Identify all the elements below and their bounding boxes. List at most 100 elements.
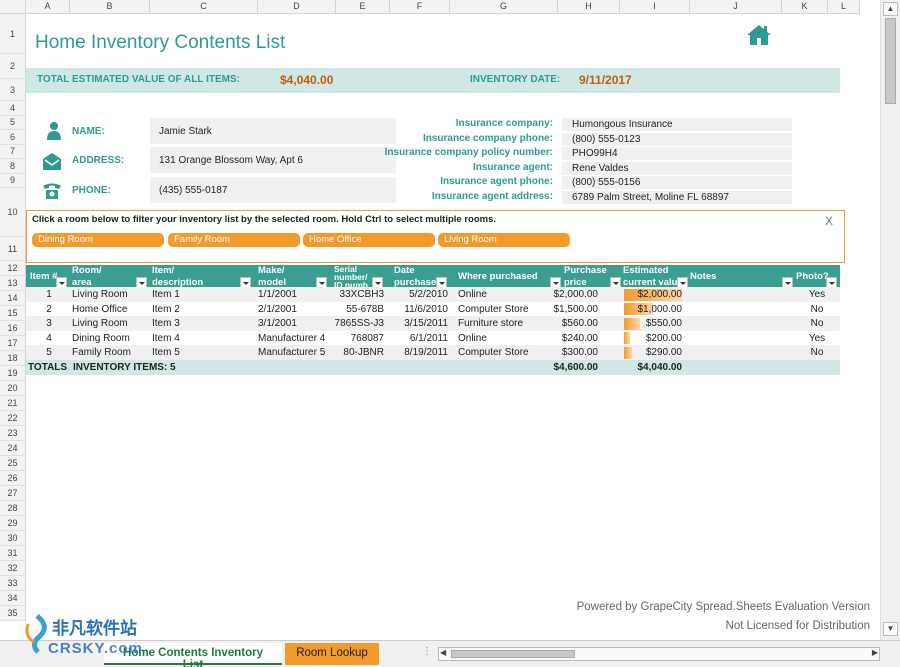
- row-header-31[interactable]: 31: [0, 546, 26, 561]
- scroll-up-icon[interactable]: ▲: [883, 2, 898, 16]
- row-header-34[interactable]: 34: [0, 591, 26, 606]
- row-header-2[interactable]: 2: [0, 54, 26, 79]
- cell-model[interactable]: 1/1/2001: [258, 287, 330, 302]
- column-header-c[interactable]: C: [150, 0, 258, 14]
- room-filter-family-room[interactable]: Family Room: [168, 233, 300, 247]
- row-header-21[interactable]: 21: [0, 396, 26, 411]
- cell-room[interactable]: Home Office: [72, 302, 148, 317]
- column-header-i[interactable]: I: [620, 0, 690, 14]
- column-header-f[interactable]: F: [390, 0, 450, 14]
- column-header-j[interactable]: J: [690, 0, 782, 14]
- cell-item[interactable]: 3: [30, 316, 68, 331]
- cell-value[interactable]: $2,000.00: [606, 287, 683, 302]
- column-header-l[interactable]: L: [828, 0, 860, 14]
- cell-desc[interactable]: Item 1: [152, 287, 252, 302]
- cell-price[interactable]: $2,000.00: [526, 287, 599, 302]
- cell-model[interactable]: 3/1/2001: [258, 316, 330, 331]
- row-header-23[interactable]: 23: [0, 426, 26, 441]
- row-header-3[interactable]: 3: [0, 79, 26, 101]
- cell-item[interactable]: 4: [30, 331, 68, 346]
- room-filter-living-room[interactable]: Living Room: [438, 233, 570, 247]
- cell-room[interactable]: Living Room: [72, 287, 148, 302]
- cell-value[interactable]: $550.00: [606, 316, 682, 331]
- column-header-a[interactable]: A: [26, 0, 70, 14]
- cell-value[interactable]: $290.00: [606, 345, 682, 360]
- row-header-17[interactable]: 17: [0, 336, 26, 351]
- cell-model[interactable]: Manufacturer 5: [258, 345, 330, 360]
- insurance-value[interactable]: 6789 Palm Street, Moline FL 68897: [562, 191, 792, 204]
- room-filter-home-office[interactable]: Home Office: [303, 233, 435, 247]
- cell-date[interactable]: 3/15/2011: [388, 316, 448, 331]
- cell-date[interactable]: 11/6/2010: [388, 302, 448, 317]
- cell-photo[interactable]: No: [796, 302, 838, 317]
- cell-price[interactable]: $300.00: [526, 345, 598, 360]
- row-header-32[interactable]: 32: [0, 561, 26, 576]
- column-header-b[interactable]: B: [70, 0, 150, 14]
- worksheet[interactable]: Home Inventory Contents List TOTAL ESTIM…: [26, 14, 880, 640]
- cell-room[interactable]: Living Room: [72, 316, 148, 331]
- row-header-13[interactable]: 13: [0, 276, 26, 291]
- cell-date[interactable]: 6/1/2011: [388, 331, 448, 346]
- cell-model[interactable]: Manufacturer 4: [258, 331, 330, 346]
- insurance-value[interactable]: (800) 555-0156: [562, 176, 792, 190]
- row-header-28[interactable]: 28: [0, 501, 26, 516]
- cell-room[interactable]: Family Room: [72, 345, 148, 360]
- row-header-15[interactable]: 15: [0, 306, 26, 321]
- row-header-27[interactable]: 27: [0, 486, 26, 501]
- cell-desc[interactable]: Item 3: [152, 316, 252, 331]
- column-header-d[interactable]: D: [258, 0, 336, 14]
- row-header-19[interactable]: 19: [0, 366, 26, 381]
- tab-splitter-icon[interactable]: ⋮: [422, 646, 432, 657]
- select-all-corner[interactable]: [0, 0, 26, 14]
- cell-date[interactable]: 5/2/2010: [388, 287, 448, 302]
- cell-photo[interactable]: No: [796, 316, 838, 331]
- tab-room-lookup[interactable]: Room Lookup: [285, 643, 379, 665]
- row-header-7[interactable]: 7: [0, 144, 26, 159]
- row-header-33[interactable]: 33: [0, 576, 26, 591]
- row-header-11[interactable]: 11: [0, 237, 26, 261]
- row-header-1[interactable]: 1: [0, 14, 26, 54]
- cell-room[interactable]: Dining Room: [72, 331, 148, 346]
- cell-serial[interactable]: 768087: [326, 331, 384, 346]
- cell-photo[interactable]: Yes: [796, 331, 838, 346]
- insurance-value[interactable]: (800) 555-0123: [562, 132, 792, 146]
- row-header-30[interactable]: 30: [0, 531, 26, 546]
- scroll-down-icon[interactable]: ▼: [883, 622, 898, 636]
- cell-serial[interactable]: 33XCBH3: [326, 287, 384, 302]
- row-header-35[interactable]: 35: [0, 606, 26, 621]
- cell-desc[interactable]: Item 2: [152, 302, 252, 317]
- row-header-6[interactable]: 6: [0, 130, 26, 145]
- row-header-16[interactable]: 16: [0, 321, 26, 336]
- scroll-right-icon[interactable]: ▶: [872, 648, 878, 657]
- column-header-g[interactable]: G: [450, 0, 558, 14]
- cell-item[interactable]: 1: [30, 287, 68, 302]
- cell-serial[interactable]: 80-JBNR: [326, 345, 384, 360]
- cell-date[interactable]: 8/19/2011: [388, 345, 448, 360]
- scroll-left-icon[interactable]: ◀: [440, 648, 446, 657]
- column-header-k[interactable]: K: [782, 0, 828, 14]
- row-header-4[interactable]: 4: [0, 101, 26, 116]
- row-header-12[interactable]: 12: [0, 261, 26, 276]
- row-header-18[interactable]: 18: [0, 351, 26, 366]
- room-filter-dining-room[interactable]: Dining Room: [32, 233, 164, 247]
- cell-serial[interactable]: 55-678B: [326, 302, 384, 317]
- cell-model[interactable]: 2/1/2001: [258, 302, 330, 317]
- row-header-9[interactable]: 9: [0, 173, 26, 188]
- row-header-24[interactable]: 24: [0, 441, 26, 456]
- cell-price[interactable]: $560.00: [526, 316, 598, 331]
- cell-item[interactable]: 2: [30, 302, 68, 317]
- vertical-scroll-thumb[interactable]: [885, 18, 896, 104]
- cell-value[interactable]: $1,000.00: [606, 302, 683, 317]
- row-header-26[interactable]: 26: [0, 471, 26, 486]
- cell-photo[interactable]: Yes: [796, 287, 838, 302]
- row-header-8[interactable]: 8: [0, 159, 26, 174]
- row-header-14[interactable]: 14: [0, 291, 26, 306]
- vertical-scrollbar[interactable]: ▲ ▼: [880, 0, 900, 640]
- row-header-20[interactable]: 20: [0, 381, 26, 396]
- cell-serial[interactable]: 7865SS-J3: [326, 316, 384, 331]
- cell-value[interactable]: $200.00: [606, 331, 682, 346]
- cell-item[interactable]: 5: [30, 345, 68, 360]
- column-header-e[interactable]: E: [336, 0, 390, 14]
- cell-price[interactable]: $240.00: [526, 331, 598, 346]
- cell-photo[interactable]: No: [796, 345, 838, 360]
